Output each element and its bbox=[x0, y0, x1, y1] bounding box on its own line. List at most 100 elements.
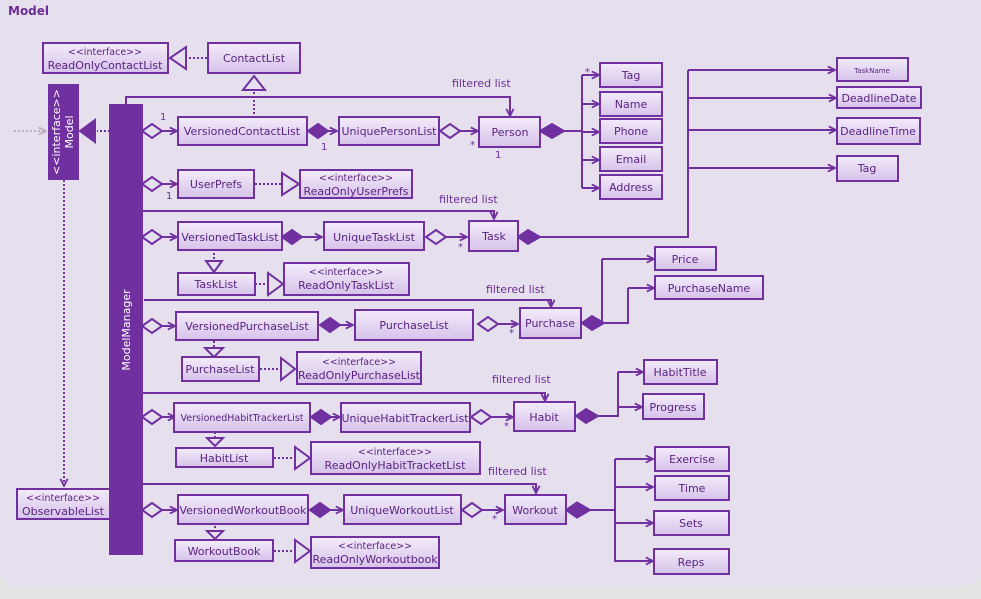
svg-text:<<interface>>: <<interface>> bbox=[68, 47, 142, 58]
person-attr-tag[interactable]: Tag bbox=[599, 62, 663, 88]
task-attr-taskname[interactable]: TaskName bbox=[836, 57, 909, 82]
model-interface-box[interactable]: <<interface>> Model bbox=[48, 84, 79, 180]
filtered-list-label-task: filtered list bbox=[439, 193, 498, 206]
person-attr-phone[interactable]: Phone bbox=[599, 118, 663, 144]
svg-text:ReadOnlyTaskList: ReadOnlyTaskList bbox=[298, 279, 394, 292]
svg-text:UniqueHabitTrackerList: UniqueHabitTrackerList bbox=[341, 412, 469, 425]
multiplicity-workout-many: * bbox=[492, 514, 497, 525]
multiplicity-versioned-contact: 1 bbox=[160, 112, 166, 123]
person-attr-address[interactable]: Address bbox=[599, 174, 663, 200]
svg-text:<<interface>>: <<interface>> bbox=[322, 357, 396, 368]
uml-class-diagram: filtered list filtered list filtered lis… bbox=[14, 42, 922, 575]
svg-text:Exercise: Exercise bbox=[669, 453, 715, 466]
read-only-workoutbook-box[interactable]: <<interface>> ReadOnlyWorkoutbook bbox=[310, 536, 440, 569]
svg-text:WorkoutBook: WorkoutBook bbox=[188, 545, 261, 558]
person-box[interactable]: Person bbox=[478, 116, 541, 148]
purchase-attr-purchase-name[interactable]: PurchaseName bbox=[654, 275, 764, 300]
svg-text:ContactList: ContactList bbox=[223, 52, 286, 65]
unique-habit-tracker-list-box[interactable]: UniqueHabitTrackerList bbox=[340, 402, 471, 433]
multiplicity-tag-many: * bbox=[585, 67, 590, 78]
svg-text:UniquePersonList: UniquePersonList bbox=[342, 125, 438, 138]
svg-text:ObservableList: ObservableList bbox=[22, 505, 105, 518]
svg-text:Progress: Progress bbox=[650, 401, 697, 414]
purchase-attr-price[interactable]: Price bbox=[654, 246, 717, 271]
filtered-list-label-workout: filtered list bbox=[488, 465, 547, 478]
read-only-user-prefs-box[interactable]: <<interface>> ReadOnlyUserPrefs bbox=[299, 169, 413, 199]
svg-text:<<interface>>: <<interface>> bbox=[26, 493, 100, 504]
svg-text:Tag: Tag bbox=[857, 162, 877, 175]
svg-text:UserPrefs: UserPrefs bbox=[190, 178, 242, 191]
versioned-habit-tracker-list-box[interactable]: VersionedHabitTrackerList bbox=[173, 402, 311, 433]
contact-list-box[interactable]: ContactList bbox=[207, 42, 301, 74]
person-attr-name[interactable]: Name bbox=[599, 91, 663, 117]
habit-attr-progress[interactable]: Progress bbox=[642, 393, 705, 420]
svg-text:ReadOnlyHabitTracketList: ReadOnlyHabitTracketList bbox=[325, 459, 467, 472]
unique-workout-list-box[interactable]: UniqueWorkoutList bbox=[343, 494, 462, 525]
workout-attr-sets[interactable]: Sets bbox=[653, 510, 730, 536]
purchase-list-base-box[interactable]: PurchaseList bbox=[181, 356, 260, 382]
read-only-contact-list-box[interactable]: <<interface>> ReadOnlyContactList bbox=[42, 42, 169, 74]
svg-text:Phone: Phone bbox=[614, 125, 648, 138]
svg-text:Tag: Tag bbox=[621, 69, 641, 82]
svg-text:Time: Time bbox=[678, 482, 706, 495]
svg-text:PurchaseList: PurchaseList bbox=[185, 363, 255, 376]
svg-text:Email: Email bbox=[616, 153, 647, 166]
multiplicity-purchase-many: * bbox=[509, 328, 514, 339]
versioned-workout-book-box[interactable]: VersionedWorkoutBook bbox=[177, 494, 309, 525]
multiplicity-person-one: 1 bbox=[495, 150, 501, 161]
multiplicity-task-many: * bbox=[458, 242, 463, 253]
habit-box[interactable]: Habit bbox=[513, 401, 576, 432]
purchase-box[interactable]: Purchase bbox=[519, 307, 582, 339]
task-list-box[interactable]: TaskList bbox=[177, 272, 256, 296]
unique-task-list-box[interactable]: UniqueTaskList bbox=[323, 221, 425, 251]
svg-text:Workout: Workout bbox=[512, 504, 558, 517]
read-only-purchase-list-box[interactable]: <<interface>> ReadOnlyPurchaseList bbox=[296, 351, 422, 385]
habit-attr-habit-title[interactable]: HabitTitle bbox=[643, 359, 718, 385]
svg-text:Sets: Sets bbox=[679, 517, 703, 530]
model-manager-box[interactable]: ModelManager bbox=[109, 104, 143, 555]
model-name: Model bbox=[63, 115, 76, 148]
svg-text:ReadOnlyUserPrefs: ReadOnlyUserPrefs bbox=[304, 185, 409, 198]
workout-book-box[interactable]: WorkoutBook bbox=[174, 539, 274, 562]
svg-text:<<interface>>: <<interface>> bbox=[338, 541, 412, 552]
svg-text:Name: Name bbox=[615, 98, 648, 111]
svg-text:TaskList: TaskList bbox=[194, 278, 239, 291]
versioned-contact-list-box[interactable]: VersionedContactList bbox=[177, 116, 308, 146]
habit-list-box[interactable]: HabitList bbox=[175, 447, 274, 468]
read-only-task-list-box[interactable]: <<interface>> ReadOnlyTaskList bbox=[283, 262, 410, 296]
workout-attr-exercise[interactable]: Exercise bbox=[654, 446, 730, 472]
person-attr-email[interactable]: Email bbox=[599, 146, 663, 172]
task-attr-tag[interactable]: Tag bbox=[836, 155, 899, 182]
svg-text:UniqueWorkoutList: UniqueWorkoutList bbox=[350, 504, 454, 517]
svg-text:HabitList: HabitList bbox=[200, 452, 249, 465]
filtered-list-label-purchase: filtered list bbox=[486, 283, 545, 296]
svg-text:VersionedWorkoutBook: VersionedWorkoutBook bbox=[179, 504, 307, 517]
workout-attr-time[interactable]: Time bbox=[654, 475, 730, 501]
svg-text:HabitTitle: HabitTitle bbox=[654, 366, 707, 379]
versioned-task-list-box[interactable]: VersionedTaskList bbox=[177, 221, 283, 251]
task-box[interactable]: Task bbox=[468, 220, 519, 252]
task-attr-deadline-time[interactable]: DeadlineTime bbox=[836, 117, 921, 145]
workout-attr-reps[interactable]: Reps bbox=[653, 548, 730, 575]
svg-text:DeadlineDate: DeadlineDate bbox=[841, 92, 916, 105]
svg-text:VersionedTaskList: VersionedTaskList bbox=[181, 231, 279, 244]
purchase-list-box[interactable]: PurchaseList bbox=[354, 309, 474, 341]
unique-person-list-box[interactable]: UniquePersonList bbox=[338, 116, 440, 146]
svg-text:VersionedPurchaseList: VersionedPurchaseList bbox=[185, 320, 309, 333]
user-prefs-box[interactable]: UserPrefs bbox=[177, 169, 255, 199]
model-stereotype: <<interface>> bbox=[50, 89, 63, 175]
svg-text:ReadOnlyWorkoutbook: ReadOnlyWorkoutbook bbox=[312, 553, 438, 566]
versioned-purchase-list-box[interactable]: VersionedPurchaseList bbox=[175, 311, 319, 341]
read-only-habit-tracket-list-box[interactable]: <<interface>> ReadOnlyHabitTracketList bbox=[310, 441, 481, 475]
svg-text:Reps: Reps bbox=[678, 556, 705, 569]
workout-box[interactable]: Workout bbox=[504, 494, 567, 525]
task-attr-deadline-date[interactable]: DeadlineDate bbox=[836, 86, 922, 109]
svg-text:PurchaseName: PurchaseName bbox=[668, 282, 751, 295]
svg-text:Purchase: Purchase bbox=[525, 317, 575, 330]
svg-text:TaskName: TaskName bbox=[853, 67, 890, 75]
svg-text:VersionedContactList: VersionedContactList bbox=[184, 125, 301, 138]
model-manager-name: ModelManager bbox=[120, 289, 133, 371]
multiplicity-unique-person: 1 bbox=[321, 142, 327, 153]
observable-list-box[interactable]: <<interface>> ObservableList bbox=[16, 488, 111, 520]
svg-text:Price: Price bbox=[672, 253, 699, 266]
